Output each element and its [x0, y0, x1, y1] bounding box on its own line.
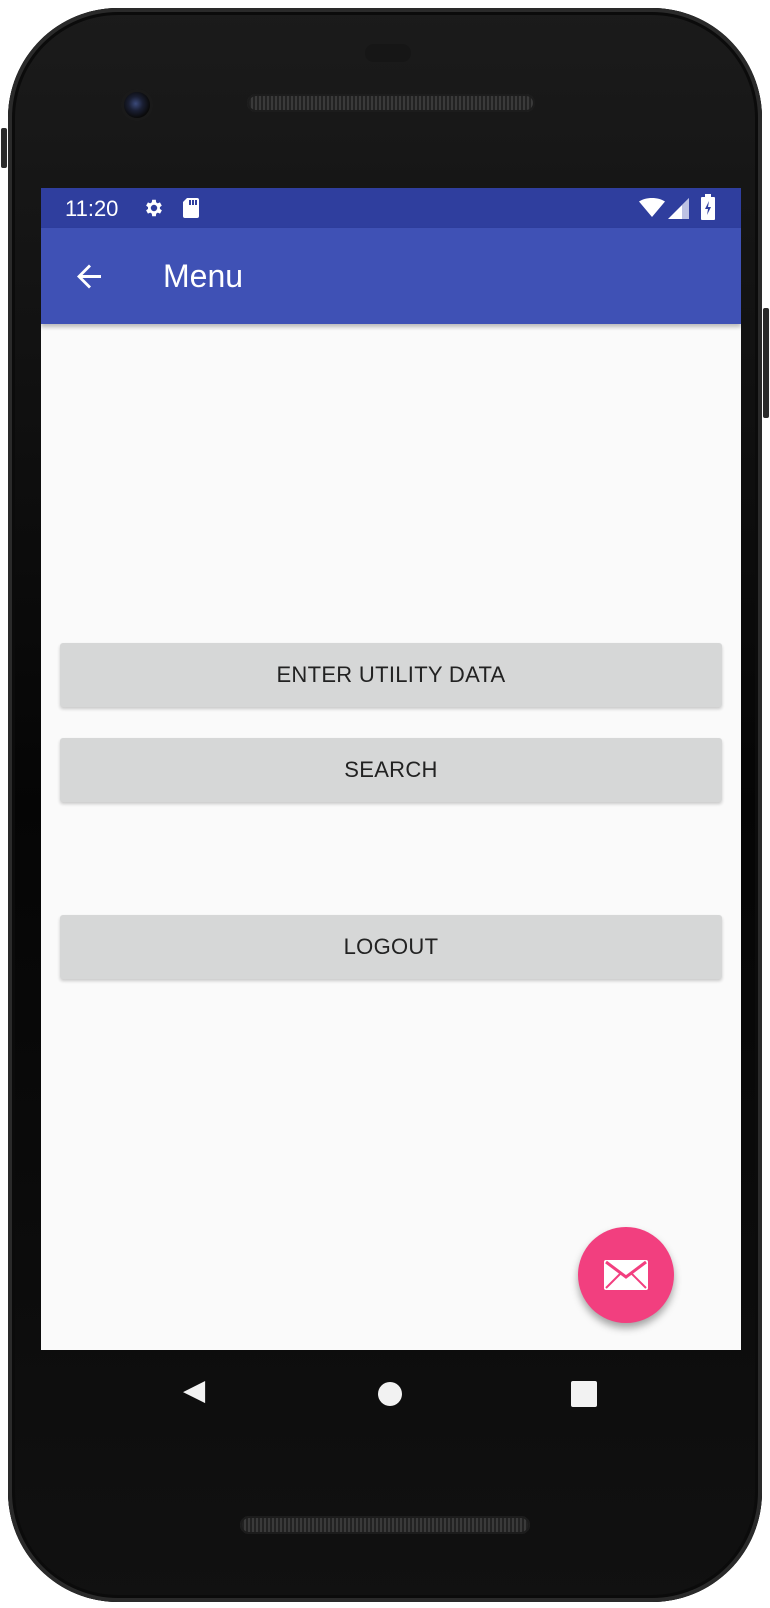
nav-back-button[interactable] [170, 1370, 218, 1418]
nav-home-icon [366, 1382, 414, 1421]
signal-icon [668, 198, 690, 226]
page-title: Menu [163, 258, 244, 294]
app-bar: Menu [41, 228, 741, 324]
gear-icon [143, 197, 165, 225]
arrow-back-icon [61, 264, 117, 307]
sd-card-icon [181, 196, 201, 226]
status-time: 11:20 [65, 196, 119, 221]
volume-button [1, 128, 7, 168]
earpiece-speaker [247, 94, 535, 112]
email-fab-button[interactable] [578, 1227, 674, 1323]
content-area: ENTER UTILITY DATA SEARCH LOGOUT [41, 324, 741, 1350]
back-button[interactable] [61, 248, 117, 304]
nav-recents-icon [560, 1381, 608, 1421]
nav-back-icon [170, 1381, 218, 1421]
proximity-sensor [365, 44, 411, 62]
screen: 11:20 Menu ENTER UTILITY DATA SEARCH LOG… [41, 188, 741, 1350]
email-icon [578, 1260, 674, 1326]
status-bar: 11:20 [41, 188, 741, 228]
power-button [763, 308, 769, 418]
front-camera [124, 92, 150, 118]
nav-home-button[interactable] [366, 1370, 414, 1418]
search-button[interactable]: SEARCH [60, 738, 722, 802]
enter-utility-data-button[interactable]: ENTER UTILITY DATA [60, 643, 722, 707]
bottom-speaker [240, 1516, 530, 1534]
wifi-icon [639, 198, 665, 224]
logout-button[interactable]: LOGOUT [60, 915, 722, 979]
battery-icon [701, 194, 715, 226]
nav-recents-button[interactable] [560, 1370, 608, 1418]
